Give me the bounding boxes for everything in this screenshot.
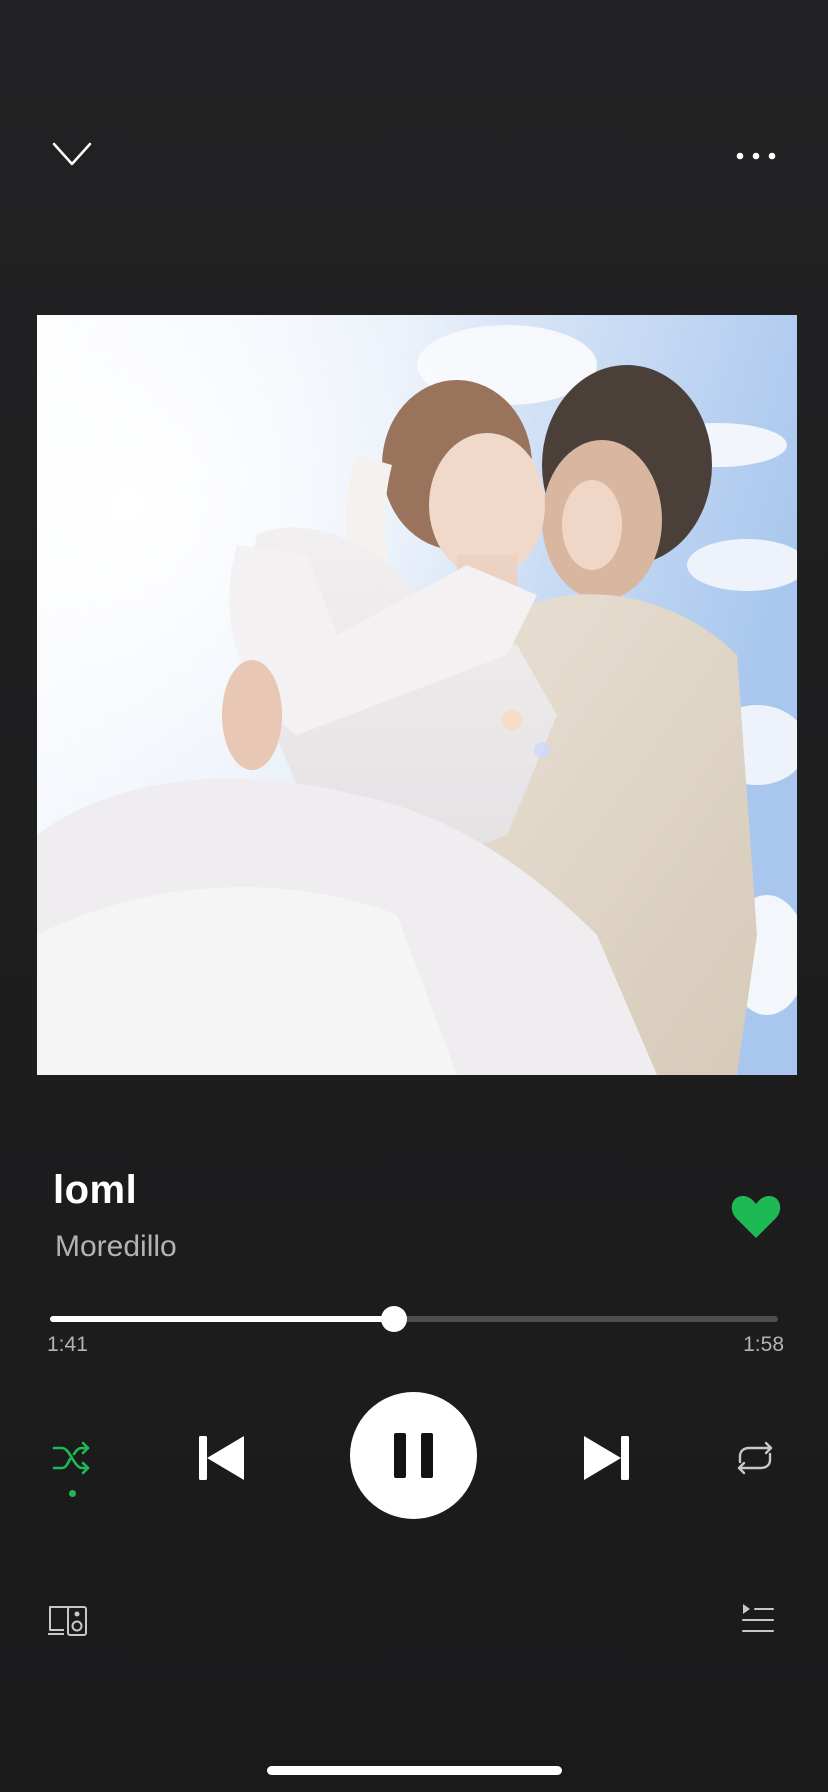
time-elapsed: 1:41 xyxy=(47,1333,88,1356)
queue-icon xyxy=(742,1604,774,1632)
shuffle-active-indicator xyxy=(69,1490,76,1497)
time-total: 1:58 xyxy=(743,1333,784,1356)
more-horizontal-icon xyxy=(736,152,776,160)
connect-devices-icon xyxy=(48,1606,87,1636)
previous-track-button[interactable] xyxy=(192,1428,252,1488)
queue-button[interactable] xyxy=(740,1602,776,1636)
artist-name[interactable]: Moredillo xyxy=(55,1230,177,1264)
repeat-button[interactable] xyxy=(730,1434,780,1482)
song-title[interactable]: loml xyxy=(53,1168,137,1213)
album-art-image xyxy=(37,315,797,1075)
shuffle-icon xyxy=(52,1441,90,1475)
collapse-button[interactable] xyxy=(46,136,98,176)
next-track-button[interactable] xyxy=(576,1428,636,1488)
album-art xyxy=(37,315,797,1075)
home-indicator[interactable] xyxy=(267,1766,562,1775)
repeat-icon xyxy=(737,1441,773,1475)
play-pause-button[interactable] xyxy=(350,1392,477,1519)
progress-fill xyxy=(50,1316,395,1322)
skip-previous-icon xyxy=(199,1436,244,1480)
like-button[interactable] xyxy=(730,1194,782,1240)
progress-bar[interactable] xyxy=(50,1306,778,1332)
progress-scrubber-handle[interactable] xyxy=(381,1306,408,1332)
more-options-button[interactable] xyxy=(730,140,782,172)
chevron-down-icon xyxy=(52,142,92,166)
pause-icon xyxy=(394,1433,433,1478)
heart-filled-icon xyxy=(731,1196,781,1238)
connect-devices-button[interactable] xyxy=(46,1602,90,1640)
skip-next-icon xyxy=(584,1436,629,1480)
shuffle-button[interactable] xyxy=(48,1434,96,1482)
